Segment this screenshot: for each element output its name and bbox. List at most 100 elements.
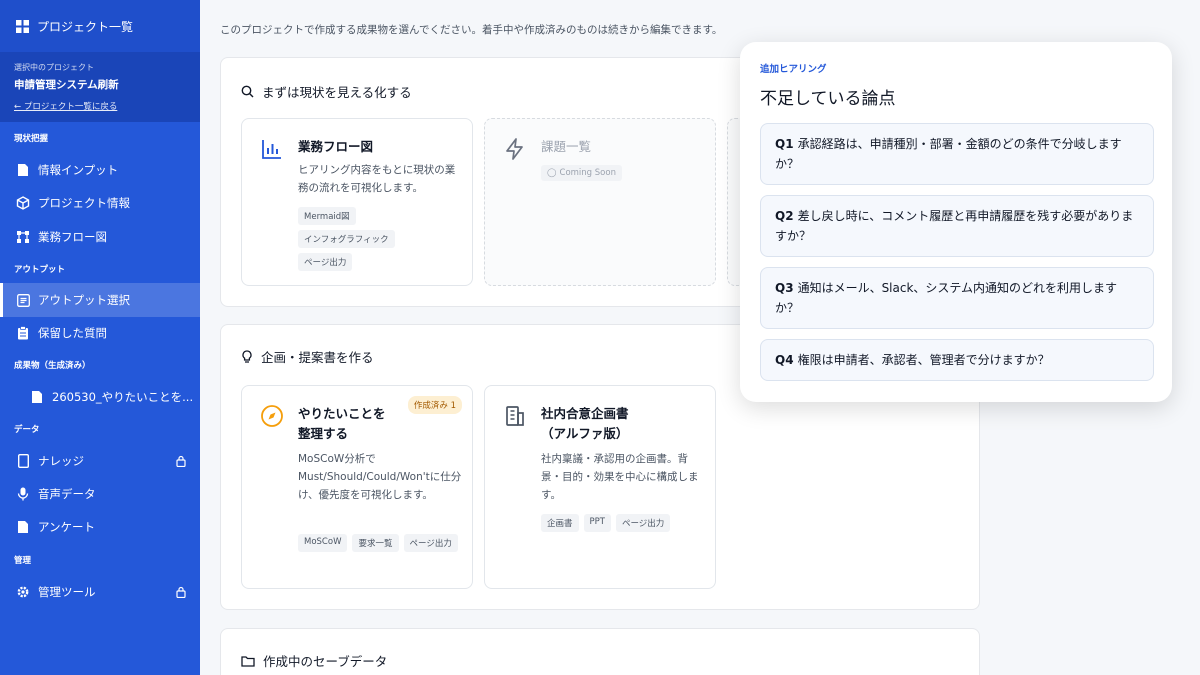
bar-chart-icon [260, 137, 284, 165]
lightning-icon [503, 137, 527, 165]
panel-header: 企画・提案書を作る [241, 347, 374, 366]
sidebar-item-survey[interactable]: アンケート [0, 510, 200, 544]
card-business-flow[interactable]: 業務フロー図 ヒアリング内容をもとに現状の業務の流れを可視化します。 Merma… [241, 118, 473, 286]
popover-subtitle: 追加ヒアリング [760, 64, 827, 75]
sidebar-item-label: 保留した質問 [38, 326, 107, 340]
question-item[interactable]: Q4 権限は申請者、承認者、管理者で分けますか？ [760, 339, 1154, 381]
created-badge: 作成済み 1 [407, 396, 462, 414]
current-project: 選択中のプロジェクト 申請管理システム刷新 ← プロジェクト一覧に戻る [0, 52, 200, 122]
panel-header: 作成中のセーブデータ [241, 651, 387, 670]
card-organize-wants[interactable]: やりたいことを 整理する 作成済み 1 MoSCoW分析でMust/Should/… [241, 385, 473, 589]
sidebar-item-label: 管理ツール [38, 585, 96, 599]
sidebar: プロジェクト一覧 選択中のプロジェクト 申請管理システム刷新 ← プロジェクト一… [0, 0, 200, 675]
tag: インフォグラフィック [298, 230, 395, 248]
card-title: 業務フロー図 [298, 139, 374, 154]
question-item[interactable]: Q3 通知はメール、Slack、システム内通知のどれを利用しますか？ [760, 267, 1154, 329]
sidebar-item-label: 情報インプット [38, 163, 119, 177]
card-proposal[interactable]: 社内合意企画書 （アルファ版） 社内稟議・承認用の企画書。背景・目的・効果を中心に… [484, 385, 716, 589]
document-icon [30, 390, 44, 404]
question-item[interactable]: Q2 差し戻し時に、コメント履歴と再申請履歴を残す必要がありますか？ [760, 195, 1154, 257]
card-title: やりたいことを 整理する [298, 404, 386, 444]
lock-icon [176, 586, 186, 601]
card-description: MoSCoW分析でMust/Should/Could/Won'tに仕分け、優先度… [298, 453, 462, 501]
question-text: 差し戻し時に、コメント履歴と再申請履歴を残す必要がありますか？ [775, 209, 1134, 243]
sidebar-item-output-select[interactable]: アウトプット選択 [0, 283, 200, 317]
intro-text: このプロジェクトで作成する成果物を選んでください。着手中や作成済みのものは続きか… [220, 24, 723, 36]
folder-icon [241, 655, 255, 667]
list-icon [16, 293, 30, 307]
card-description: ヒアリング内容をもとに現状の業務の流れを可視化します。 [298, 164, 456, 194]
sidebar-item-project-info[interactable]: プロジェクト情報 [0, 186, 200, 220]
sidebar-item-label: 音声データ [38, 487, 96, 501]
card-description: 社内稟議・承認用の企画書。背景・目的・効果を中心に構成します。 [541, 453, 699, 501]
flow-icon [16, 230, 30, 244]
sidebar-item-label: アウトプット選択 [38, 293, 130, 307]
section-current: 現状把握 [0, 124, 200, 152]
tag: Mermaid図 [298, 207, 356, 225]
question-number: Q2 [775, 209, 794, 223]
card-title: 社内合意企画書 （アルファ版） [541, 404, 629, 444]
sidebar-item-saved-questions[interactable]: 保留した質問 [0, 316, 200, 350]
lock-icon [176, 455, 186, 470]
search-icon [241, 85, 254, 98]
sidebar-item-business-flow[interactable]: 業務フロー図 [0, 220, 200, 254]
question-number: Q1 [775, 137, 794, 151]
back-to-projects-link[interactable]: ← プロジェクト一覧に戻る [14, 100, 186, 112]
section-label-current: 現状把握 [14, 134, 49, 144]
popover-title: 不足している論点 [760, 89, 896, 109]
question-text: 権限は申請者、承認者、管理者で分けますか？ [797, 353, 1050, 367]
card-title: 課題一覧 [541, 139, 592, 154]
tag: 要求一覧 [352, 534, 399, 552]
sidebar-item-label: 260530_やりたいことを... [52, 390, 194, 404]
project-name: 申請管理システム刷新 [14, 79, 119, 91]
document-icon [16, 520, 30, 534]
sidebar-item-knowledge[interactable]: ナレッジ [0, 444, 200, 478]
lock-icon: ◯ [547, 168, 557, 178]
project-list-link[interactable]: プロジェクト一覧 [0, 0, 200, 52]
tag: ページ出力 [298, 253, 353, 271]
panel-title: 企画・提案書を作る [261, 350, 374, 365]
sidebar-item-label: ナレッジ [38, 454, 84, 468]
sidebar-item-deliverable[interactable]: 260530_やりたいことを... [0, 380, 200, 414]
section-label-data: データ [14, 425, 40, 435]
additional-hearing-popover: 追加ヒアリング 不足している論点 Q1 承認経路は、申請種別・部署・金額のどの条件… [740, 42, 1172, 402]
compass-icon [260, 404, 284, 432]
card-title-line: 社内合意企画書 [541, 406, 629, 421]
clipboard-icon [16, 326, 30, 340]
card-title-line: やりたいことを [298, 406, 386, 421]
question-number: Q4 [775, 353, 794, 367]
tag: ページ出力 [615, 514, 671, 532]
card-tags: Mermaid図 インフォグラフィック ページ出力 [298, 207, 468, 271]
card-tags: MoSCoW 要求一覧 ページ出力 [298, 534, 468, 552]
card-tags: 企画書 PPT ページ出力 [541, 514, 711, 532]
question-number: Q3 [775, 281, 794, 295]
sidebar-item-label: プロジェクト情報 [38, 196, 130, 210]
card-issue-list: 課題一覧 ◯ Coming Soon [484, 118, 716, 286]
sidebar-item-info-input[interactable]: 情報インプット [0, 153, 200, 187]
cube-icon [16, 196, 30, 210]
panel-title: まずは現状を見える化する [262, 85, 412, 100]
sidebar-item-voice-data[interactable]: 音声データ [0, 477, 200, 511]
project-list-label: プロジェクト一覧 [37, 19, 134, 34]
card-title-line: 整理する [298, 426, 349, 441]
section-label-output: アウトプット [14, 265, 66, 275]
lightbulb-icon [242, 349, 252, 363]
grid-icon [16, 19, 29, 33]
tag: ページ出力 [403, 534, 458, 552]
panel-title: 作成中のセーブデータ [263, 654, 388, 669]
tag: MoSCoW [298, 534, 348, 552]
book-icon [16, 454, 30, 468]
question-text: 承認経路は、申請種別・部署・金額のどの条件で分岐しますか？ [775, 137, 1122, 171]
panel-save-data: 作成中のセーブデータ [220, 628, 980, 675]
sidebar-item-admin-tools[interactable]: 管理ツール [0, 575, 200, 609]
sidebar-item-label: 業務フロー図 [38, 230, 107, 244]
tag: 企画書 [541, 514, 579, 532]
section-label-admin: 管理 [14, 556, 32, 566]
section-label-deliverables: 成果物（生成済み） [14, 361, 91, 371]
document-icon [16, 163, 30, 177]
tag: PPT [583, 514, 611, 532]
coming-soon-badge: ◯ Coming Soon [541, 165, 622, 181]
card-title-line: （アルファ版） [541, 426, 629, 441]
microphone-icon [16, 487, 30, 501]
question-item[interactable]: Q1 承認経路は、申請種別・部署・金額のどの条件で分岐しますか？ [760, 123, 1154, 185]
